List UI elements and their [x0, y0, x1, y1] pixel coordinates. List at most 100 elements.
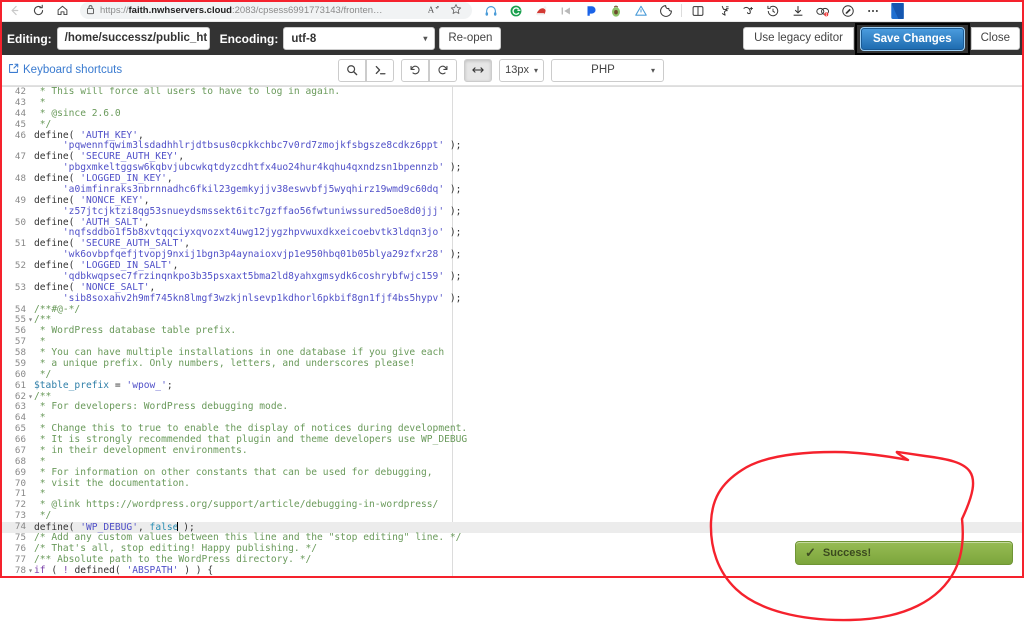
home-icon[interactable] [50, 1, 74, 21]
lock-icon [86, 2, 95, 20]
redo-icon[interactable] [429, 58, 458, 82]
line-number: 76 [14, 542, 26, 554]
code-line-text: 'pbgxmkeltggsw6kqbvjubcwkqtdyzcdhtfx4uo2… [62, 162, 462, 174]
line-number: 51 [14, 238, 26, 250]
word-wrap-icon[interactable] [464, 58, 493, 82]
code-line[interactable]: 59 * a unique prefix. Only numbers, lett… [0, 357, 1024, 370]
code-line-text: * For developers: WordPress debugging mo… [34, 401, 289, 413]
profile-icon[interactable] [885, 1, 910, 21]
close-button[interactable]: Close [970, 27, 1020, 50]
collections-icon[interactable] [710, 1, 735, 21]
save-changes-button[interactable]: Save Changes [860, 27, 964, 50]
code-line[interactable]: 78 ▾ if ( ! defined( 'ABSPATH' ) ) { [0, 564, 1024, 577]
line-number: 47 [14, 151, 26, 163]
code-line[interactable]: 72 * @link https://wordpress.org/support… [0, 499, 1024, 511]
line-number: 52 [14, 260, 26, 271]
line-number: 49 [14, 194, 26, 206]
code-line[interactable]: 70 * visit the documentation. [0, 477, 1024, 490]
chevron-down-icon: ▾ [423, 34, 428, 43]
browser-toolbar: https://faith.nwhservers.cloud:2083/cpse… [0, 0, 1024, 22]
file-path-input[interactable]: /home/successz/public_ht [56, 27, 210, 50]
code-line-text: 'a0imfinraks3nbrnnadhc6fkil23gemkyjjv38e… [62, 183, 462, 195]
code-line-text: * This will force all users to have to l… [34, 86, 341, 97]
skip-back-icon[interactable] [553, 1, 578, 21]
url-host: faith.nwhservers.cloud [128, 5, 232, 16]
code-line-text: 'wk6ovbpfqefjtvopj9nxij1bgn3p4aynaioxvjp… [62, 249, 462, 261]
fold-toggle-icon[interactable]: ▾ [28, 566, 33, 577]
avocado-icon[interactable] [603, 1, 628, 21]
search-icon[interactable] [338, 58, 367, 82]
code-line-text: */ [34, 510, 52, 522]
editor-header-bar: Editing: /home/successz/public_ht Encodi… [0, 22, 1024, 55]
code-editor[interactable]: 42 * This will force all users to have t… [0, 86, 1024, 577]
external-link-icon [8, 63, 19, 77]
line-number: 78 ▾ [14, 564, 33, 577]
reopen-button[interactable]: Re-open [439, 27, 502, 50]
code-line-text: * visit the documentation. [34, 477, 190, 489]
code-line[interactable]: 43 * [0, 97, 1024, 109]
code-line-text: * a unique prefix. Only numbers, letters… [34, 357, 416, 369]
encoding-label: Encoding: [219, 31, 279, 46]
back-arrow-icon[interactable] [2, 1, 26, 21]
fold-toggle-icon[interactable]: ▾ [28, 315, 33, 326]
console-prompt-icon[interactable] [366, 58, 395, 82]
app-root: https://faith.nwhservers.cloud:2083/cpse… [0, 0, 1024, 624]
check-icon: ✓ [805, 545, 816, 560]
address-bar[interactable]: https://faith.nwhservers.cloud:2083/cpse… [80, 2, 472, 19]
more-icon[interactable] [860, 1, 885, 21]
line-number: 77 [14, 553, 26, 565]
read-aloud-icon[interactable]: A [427, 2, 441, 20]
code-line-text: 'qdbkwqpsec7frzinqnkpo3b35psxaxt5bma2ld8… [62, 270, 462, 282]
code-line-text: if ( ! defined( 'ABSPATH' ) ) { [34, 564, 214, 576]
copilot-icon[interactable] [810, 1, 835, 21]
use-legacy-editor-button[interactable]: Use legacy editor [743, 27, 854, 50]
code-line-text: * @link https://wordpress.org/support/ar… [34, 499, 439, 511]
line-number: 68 [14, 455, 26, 467]
header-actions: Use legacy editor Save Changes Close [743, 22, 1020, 55]
toast-message: Success! [822, 547, 872, 559]
line-number: 61 [14, 379, 26, 391]
star-icon[interactable] [450, 2, 462, 20]
code-line[interactable]: 44 * @since 2.6.0 [0, 107, 1024, 120]
code-line-text: $table_prefix = 'wpow_'; [34, 379, 173, 391]
cookie-icon[interactable] [653, 1, 678, 21]
code-line[interactable]: 56 * WordPress database table prefix. [0, 325, 1024, 337]
screenshot-icon[interactable] [835, 1, 860, 21]
code-line[interactable]: 'sib8soxahv2h9mf745kn8lmgf3wzkjnlsevp1kd… [0, 293, 1024, 305]
fold-toggle-icon[interactable]: ▾ [28, 392, 33, 403]
code-lines[interactable]: 42 * This will force all users to have t… [0, 87, 1024, 576]
encoding-value: utf-8 [291, 32, 317, 45]
code-line[interactable]: 42 * This will force all users to have t… [0, 87, 1024, 98]
code-line-text: * WordPress database table prefix. [34, 325, 237, 337]
line-number: 44 [14, 107, 26, 119]
code-line-text: * in their development environments. [34, 444, 248, 456]
code-line-text: * @since 2.6.0 [34, 107, 121, 119]
code-line[interactable]: 54/**#@-*/ [0, 304, 1024, 316]
reload-icon[interactable] [26, 1, 50, 21]
undo-icon[interactable] [401, 58, 430, 82]
chevron-down-icon: ▾ [533, 65, 538, 75]
santa-hat-icon[interactable] [528, 1, 553, 21]
code-line[interactable]: 'a0imfinraks3nbrnnadhc6fkil23gemkyjjv38e… [0, 183, 1024, 196]
code-line[interactable]: 73 */ [0, 510, 1024, 522]
url-text: https://faith.nwhservers.cloud:2083/cpse… [100, 5, 423, 16]
code-line[interactable]: 61 $table_prefix = 'wpow_'; [0, 379, 1024, 392]
adblock-icon[interactable] [628, 1, 653, 21]
dashlane-icon[interactable] [578, 1, 603, 21]
split-screen-icon[interactable] [685, 1, 710, 21]
code-line[interactable]: 45 */ [0, 118, 1024, 131]
headphones-icon[interactable] [478, 1, 503, 21]
encoding-select[interactable]: utf-8 ▾ [283, 27, 436, 50]
keyboard-shortcuts-link[interactable]: Keyboard shortcuts [8, 63, 122, 77]
browser-essentials-icon[interactable] [735, 1, 760, 21]
code-line-text: */ [34, 118, 52, 130]
code-line[interactable]: 63 * For developers: WordPress debugging… [0, 401, 1024, 413]
downloads-icon[interactable] [785, 1, 810, 21]
code-line-text: 'z57jtcjktzi8qg53snueydsmssekt6itc7gzffa… [62, 205, 462, 217]
history-icon[interactable] [760, 1, 785, 21]
font-size-select[interactable]: 13px ▾ [499, 58, 544, 82]
code-line[interactable]: 'z57jtcjktzi8qg53snueydsmssekt6itc7gzffa… [0, 205, 1024, 218]
language-mode-select[interactable]: PHP ▾ [551, 58, 664, 82]
code-line[interactable]: 67 * in their development environments. [0, 444, 1024, 457]
shield-green-icon[interactable] [503, 1, 528, 21]
